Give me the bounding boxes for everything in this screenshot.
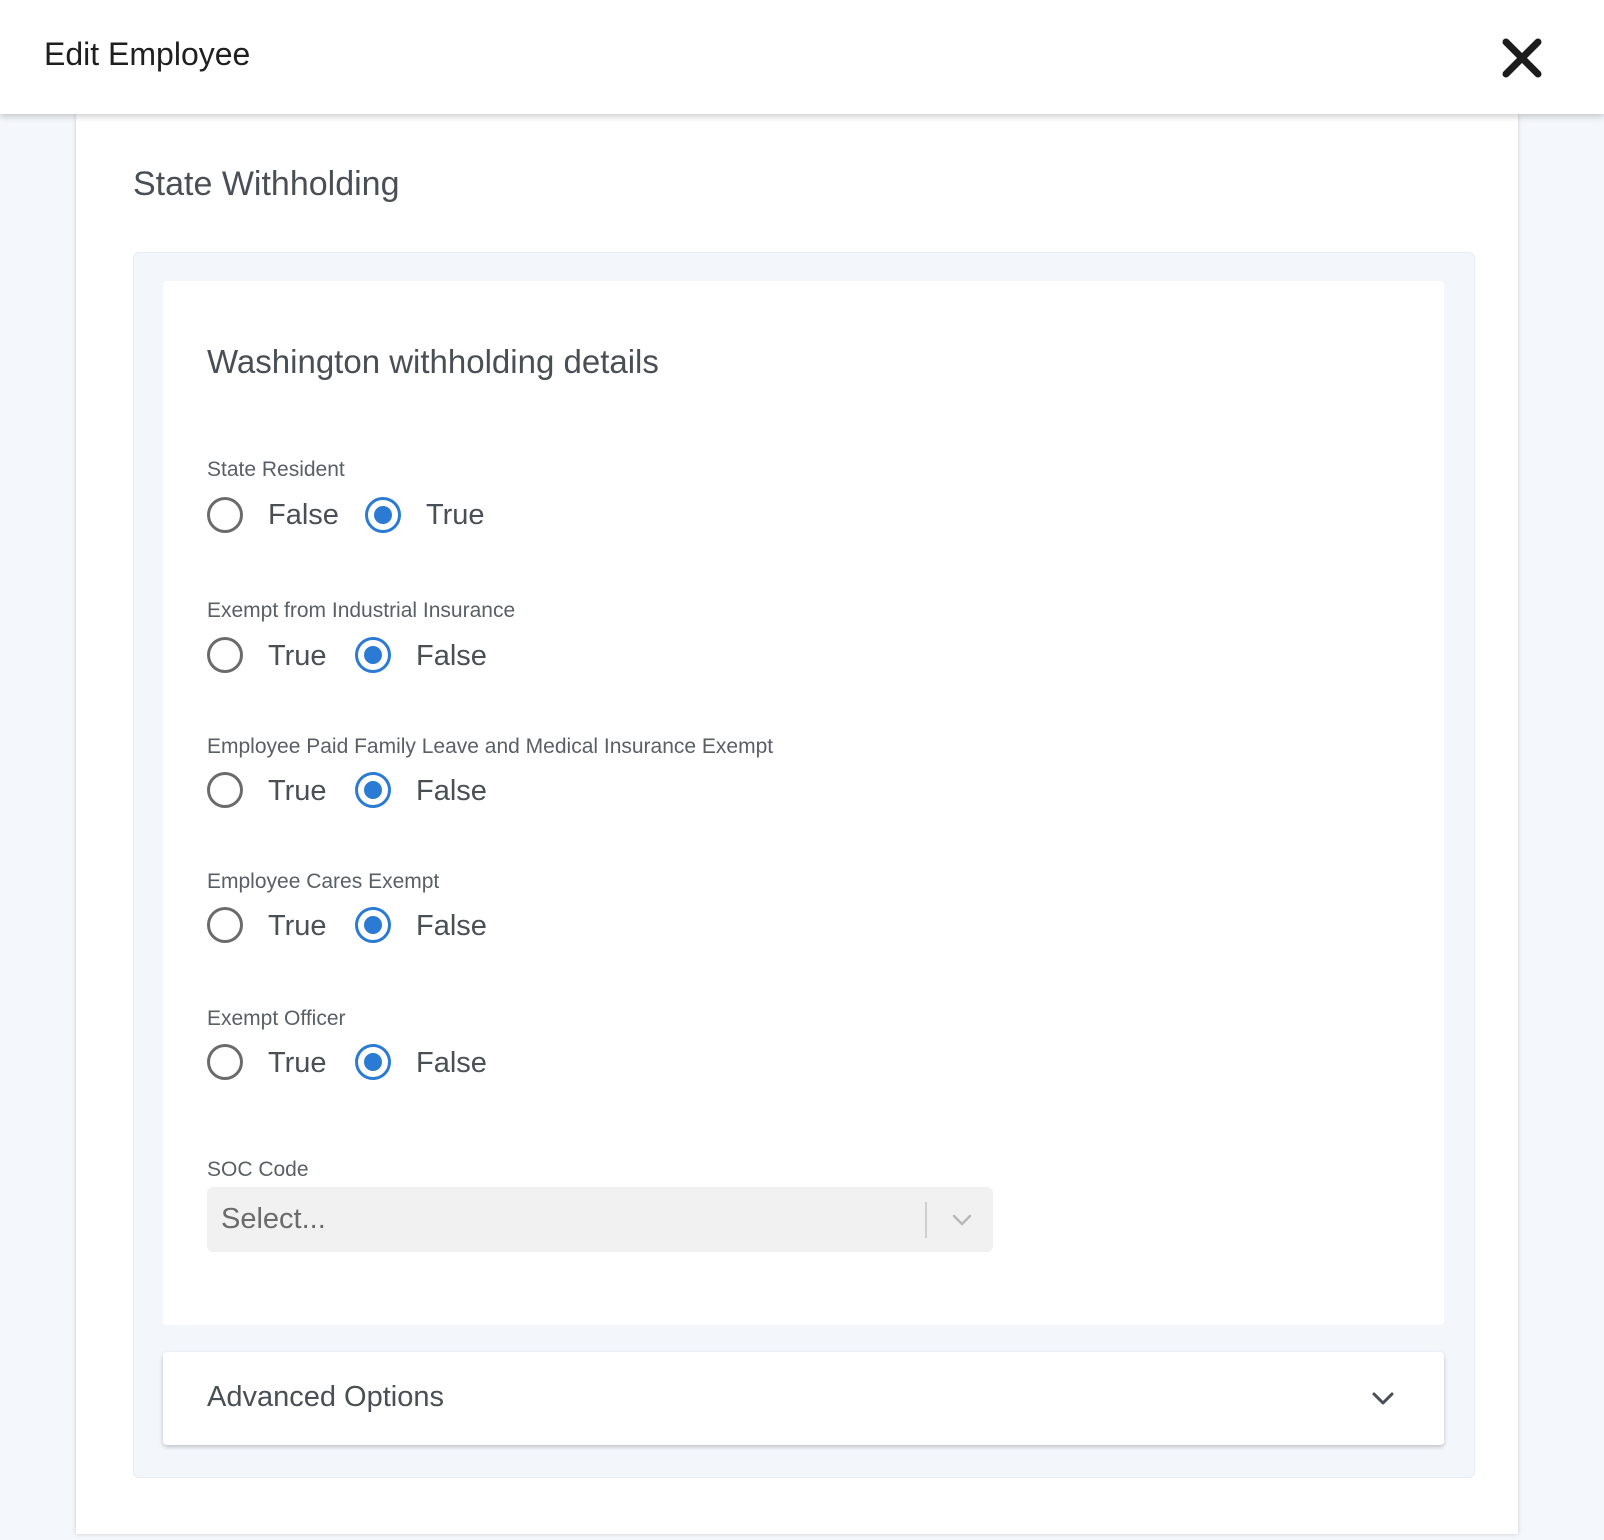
cares-exempt-radio-true[interactable] [207,907,243,943]
state-resident-option-false-label[interactable]: False [268,499,339,532]
soc-code-select[interactable]: Select... [207,1187,993,1252]
cares-exempt-option-true-label[interactable]: True [268,910,327,943]
close-button[interactable] [1500,36,1544,80]
chevron-down-icon [952,1214,972,1226]
chevron-down-icon [1372,1392,1394,1405]
select-separator [925,1202,927,1238]
withholding-card [163,281,1444,1325]
state-resident-option-true-label[interactable]: True [426,499,485,532]
paid-family-leave-option-true-label[interactable]: True [268,775,327,808]
advanced-options-toggle[interactable]: Advanced Options [163,1352,1444,1445]
paid-family-leave-option-false-label[interactable]: False [416,775,487,808]
modal-header: Edit Employee [0,0,1604,114]
card-title: Washington withholding details [207,343,659,380]
exempt-officer-label: Exempt Officer [207,1007,346,1030]
exempt-officer-radio-false[interactable] [355,1044,391,1080]
soc-code-placeholder: Select... [221,1203,326,1235]
advanced-options-label: Advanced Options [207,1381,444,1413]
industrial-insurance-radio-false[interactable] [355,637,391,673]
paid-family-leave-radio-true[interactable] [207,772,243,808]
modal-title: Edit Employee [44,36,251,72]
state-resident-radio-false[interactable] [207,497,243,533]
exempt-officer-radio-true[interactable] [207,1044,243,1080]
section-title: State Withholding [133,165,400,203]
soc-code-label: SOC Code [207,1158,309,1181]
industrial-insurance-option-true-label[interactable]: True [268,640,327,673]
paid-family-leave-label: Employee Paid Family Leave and Medical I… [207,735,774,758]
paid-family-leave-radio-false[interactable] [355,772,391,808]
industrial-insurance-label: Exempt from Industrial Insurance [207,599,516,622]
exempt-officer-option-true-label[interactable]: True [268,1047,327,1080]
exempt-officer-option-false-label[interactable]: False [416,1047,487,1080]
cares-exempt-label: Employee Cares Exempt [207,870,440,893]
cares-exempt-radio-false[interactable] [355,907,391,943]
state-resident-label: State Resident [207,458,345,481]
state-resident-radio-true[interactable] [365,497,401,533]
close-icon [1502,38,1542,78]
cares-exempt-option-false-label[interactable]: False [416,910,487,943]
industrial-insurance-radio-true[interactable] [207,637,243,673]
industrial-insurance-option-false-label[interactable]: False [416,640,487,673]
